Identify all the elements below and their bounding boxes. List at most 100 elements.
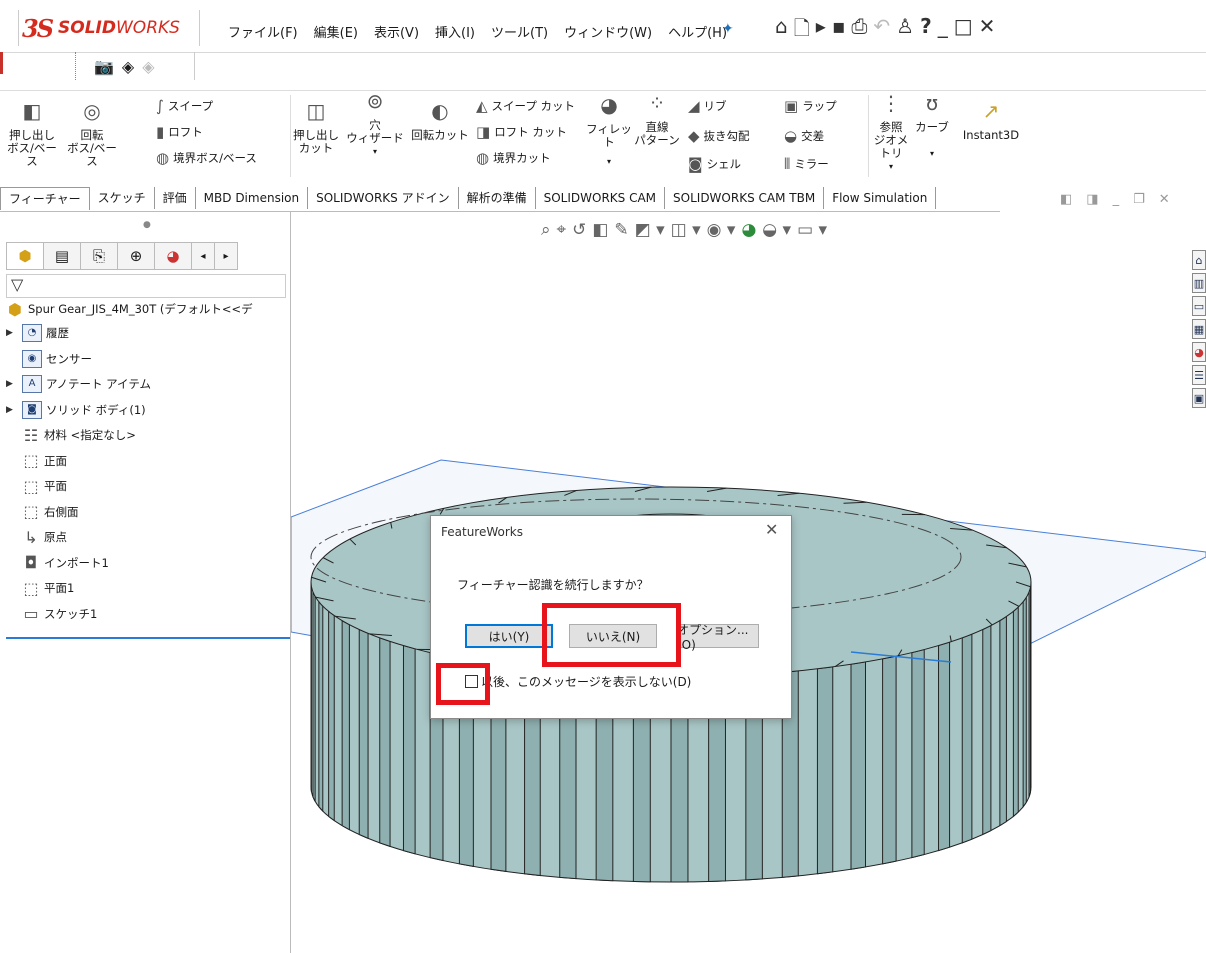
dont-show-again-checkbox[interactable]: 以後、このメッセージを表示しない(D): [465, 673, 691, 690]
tab-features[interactable]: フィーチャー: [0, 187, 90, 210]
hide-show-icon[interactable]: ◉ ▾: [707, 220, 736, 240]
tab-sketch[interactable]: スケッチ: [90, 187, 155, 209]
solidworks-logo[interactable]: 3S SOLIDWORKS: [22, 14, 180, 43]
yes-button[interactable]: はい(Y): [465, 624, 553, 648]
home-icon[interactable]: ⌂: [775, 14, 788, 48]
tree-item[interactable]: ▶ A アノテート アイテム: [6, 373, 151, 395]
expand-arrow-icon[interactable]: ▶: [6, 328, 18, 338]
forum-icon[interactable]: ▣: [1192, 388, 1206, 408]
tab-solidworks-cam-tbm[interactable]: SOLIDWORKS CAM TBM: [665, 187, 825, 209]
extrude-boss-button[interactable]: ◧ 押し出し ボス/ベース: [4, 101, 60, 168]
filter-icon[interactable]: ▽: [6, 274, 286, 298]
tree-item[interactable]: ⬚ 正面: [6, 450, 67, 472]
open-icon[interactable]: ▸: [816, 14, 826, 48]
tree-item[interactable]: ↳ 原点: [6, 526, 67, 548]
tab-flow-simulation[interactable]: Flow Simulation: [824, 187, 937, 209]
menu-edit[interactable]: 編集(E): [306, 22, 366, 41]
reference-geometry-button[interactable]: ⋮ 参照 ジオメトリ ▾: [870, 93, 912, 173]
maximize-icon[interactable]: □: [954, 14, 973, 48]
view-settings-icon[interactable]: ▭ ▾: [797, 220, 827, 240]
panel-grip-icon[interactable]: ●: [143, 220, 151, 230]
tab-evaluate[interactable]: 評価: [155, 187, 196, 209]
shell-button[interactable]: ◙ シェル: [688, 155, 741, 173]
undo-icon[interactable]: ↶: [873, 14, 890, 48]
mirror-button[interactable]: ⫴ ミラー: [784, 155, 829, 173]
scene-icon[interactable]: ◒ ▾: [762, 220, 791, 240]
tile-left-icon[interactable]: ◧: [1060, 192, 1072, 207]
dynamic-annotation-icon[interactable]: ✎: [614, 220, 628, 240]
doc-minimize-icon[interactable]: _: [1113, 192, 1120, 207]
expand-arrow-icon[interactable]: ▶: [6, 379, 18, 389]
configuration-manager-tab-icon[interactable]: ⎘: [80, 242, 118, 270]
expand-arrow-icon[interactable]: ▶: [6, 405, 18, 415]
instant3d-button[interactable]: ↗ Instant3D: [956, 101, 1026, 142]
draft-button[interactable]: ◆ 抜き勾配: [688, 127, 750, 145]
appearances-icon[interactable]: ◕: [1192, 342, 1206, 362]
tree-item[interactable]: ☷ 材料 <指定なし>: [6, 424, 136, 446]
curves-dropdown-icon[interactable]: ▾: [914, 147, 950, 160]
zoom-area-icon[interactable]: ⌖: [557, 220, 567, 240]
appearance-icon[interactable]: ◕: [741, 220, 756, 240]
tab-mbd-dimension[interactable]: MBD Dimension: [196, 187, 309, 209]
tile-right-icon[interactable]: ◨: [1086, 192, 1098, 207]
hole-wizard-button[interactable]: ⊚ 穴 ウィザード ▾: [344, 91, 406, 158]
zoom-to-fit-icon[interactable]: ⌕: [541, 220, 551, 240]
tree-item[interactable]: ⬚ 右側面: [6, 501, 78, 523]
tab-addins[interactable]: SOLIDWORKS アドイン: [308, 187, 459, 209]
tab-scroll-left-icon[interactable]: ◂: [191, 242, 215, 270]
print-icon[interactable]: ⎙: [851, 14, 867, 48]
options-button[interactable]: オプション...(O): [676, 623, 759, 652]
rollback-bar[interactable]: [6, 637, 290, 639]
new-document-icon[interactable]: 🗋: [794, 14, 810, 48]
tree-item[interactable]: ◉ センサー: [6, 348, 92, 370]
doc-close-icon[interactable]: ✕: [1159, 192, 1170, 207]
design-library-icon[interactable]: ▥: [1192, 273, 1206, 293]
render-icon[interactable]: ◈: [122, 57, 134, 76]
sweep-button[interactable]: ∫ スイープ: [156, 97, 213, 115]
sweep-cut-button[interactable]: ◭ スイープ カット: [476, 97, 575, 115]
reference-geometry-dropdown-icon[interactable]: ▾: [870, 160, 912, 173]
close-window-icon[interactable]: ✕: [979, 14, 996, 48]
tree-item[interactable]: ▭ スケッチ1: [6, 603, 97, 625]
tree-item[interactable]: ⬚ 平面: [6, 475, 67, 497]
extrude-cut-button[interactable]: ◫ 押し出し カット: [292, 101, 340, 155]
rib-button[interactable]: ◢ リブ: [688, 97, 727, 115]
revolve-cut-button[interactable]: ◐ 回転カット: [410, 101, 470, 142]
tree-item[interactable]: ⬚ 平面1: [6, 577, 74, 599]
file-explorer-icon[interactable]: ▭: [1192, 296, 1206, 316]
intersect-button[interactable]: ◒ 交差: [784, 127, 824, 145]
view-orientation-icon[interactable]: ◩ ▾: [635, 220, 665, 240]
display-style-icon[interactable]: ◫ ▾: [671, 220, 701, 240]
tree-item[interactable]: ▶ ◙ ソリッド ボディ(1): [6, 399, 146, 421]
hole-wizard-dropdown-icon[interactable]: ▾: [344, 145, 406, 158]
linear-pattern-button[interactable]: ⁘ 直線 パターン: [634, 93, 680, 147]
solidworks-resources-icon[interactable]: ⌂: [1192, 250, 1206, 270]
tree-root[interactable]: ⬢ Spur Gear_JIS_4M_30T (デフォルト<<デ: [6, 298, 253, 320]
boundary-cut-button[interactable]: ◍ 境界カット: [476, 149, 551, 167]
loft-cut-button[interactable]: ◨ ロフト カット: [476, 123, 567, 141]
tree-item[interactable]: ▶ ◔ 履歴: [6, 322, 69, 344]
previous-view-icon[interactable]: ↺: [572, 220, 586, 240]
help-icon[interactable]: ?: [920, 14, 932, 48]
user-icon[interactable]: ♙: [896, 14, 914, 48]
dimxpert-tab-icon[interactable]: ⊕: [117, 242, 155, 270]
curves-button[interactable]: ʊ カーブ ▾: [914, 93, 950, 160]
loft-button[interactable]: ▮ ロフト: [156, 123, 203, 141]
minimize-icon[interactable]: _: [938, 14, 948, 48]
revolve-boss-button[interactable]: ◎ 回転 ボス/ベース: [62, 101, 122, 168]
feature-manager-tab-icon[interactable]: ⬢: [6, 242, 44, 270]
custom-properties-icon[interactable]: ☰: [1192, 365, 1206, 385]
menu-tools[interactable]: ツール(T): [483, 22, 556, 41]
tab-solidworks-cam[interactable]: SOLIDWORKS CAM: [536, 187, 666, 209]
close-icon[interactable]: ✕: [765, 520, 778, 539]
doc-restore-icon[interactable]: ❐: [1133, 192, 1145, 207]
menu-view[interactable]: 表示(V): [366, 22, 427, 41]
section-view-icon[interactable]: ◧: [592, 220, 608, 240]
fillet-button[interactable]: ◕ フィレット ▾: [586, 95, 632, 168]
save-icon[interactable]: ▪: [832, 14, 846, 48]
wrap-button[interactable]: ▣ ラップ: [784, 97, 837, 115]
menu-window[interactable]: ウィンドウ(W): [556, 22, 660, 41]
display-manager-tab-icon[interactable]: ◕: [154, 242, 192, 270]
menu-file[interactable]: ファイル(F): [220, 22, 306, 41]
render-disabled-icon[interactable]: ◈: [142, 57, 154, 76]
